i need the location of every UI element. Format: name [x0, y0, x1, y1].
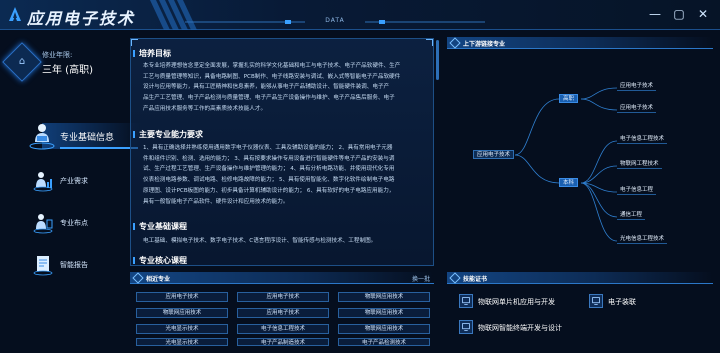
text-line: 试、生产过程工艺管理、生产设备操作与维护管理的能力； 4、具有分析电路功能、并使…: [143, 166, 395, 173]
major-chip[interactable]: 物联网应用技术: [338, 324, 430, 334]
major-chip[interactable]: 光电显示技术: [136, 338, 228, 346]
section-title-core-courses: 专业核心课程: [133, 256, 187, 265]
diamond-icon: [132, 272, 144, 284]
section-body-basic-courses: 电工基础、模拟电子技术、数字电子技术、C语言程序设计、智能传感与检测技术、工程制…: [143, 236, 427, 247]
text-line: 设计与应用等能力，具有工匠精神和信息素养，能够从事电子产品辅助设计、智能硬件装调…: [143, 84, 390, 91]
corner-bracket: [131, 39, 138, 46]
tree-leaf-node[interactable]: 电子信息工程技术: [617, 135, 668, 144]
nav-label: 专业基础信息: [60, 133, 115, 143]
major-chip[interactable]: 电子产品制造技术: [237, 338, 329, 346]
tree-branch-undergraduate[interactable]: 本科: [559, 178, 579, 187]
tree-leaf-node[interactable]: 通信工程: [617, 211, 646, 220]
swap-batch-button[interactable]: 换一批: [412, 274, 430, 283]
certificate-icon: [459, 294, 473, 308]
upstream-downstream-panel: 上下游链接专业 应用电子技术 高职 本科 应用电子技术 应用电子技术 电子信息工…: [447, 37, 713, 265]
nav-item-distribution[interactable]: 专业布点: [20, 212, 130, 236]
home-icon: ⌂: [18, 56, 26, 67]
section-title-training-goal: 培养目标: [133, 49, 171, 58]
close-button[interactable]: ✕: [696, 7, 710, 21]
major-chip[interactable]: 应用电子技术: [136, 292, 228, 302]
major-chip[interactable]: 光电显示技术: [136, 324, 228, 334]
major-chip[interactable]: 电子产品检测技术: [338, 338, 430, 346]
text-line: 产品应用技术服务等工作的高素质技术技能人才。: [143, 105, 267, 112]
minimize-button[interactable]: —: [648, 7, 662, 21]
major-chip[interactable]: 应用电子技术: [237, 308, 329, 318]
major-chip[interactable]: 电子信息工程技术: [237, 324, 329, 334]
student-figure-icon: [29, 124, 55, 150]
nav-label: 产业需求: [60, 177, 88, 185]
major-chip[interactable]: 应用电子技术: [237, 292, 329, 302]
nav-label: 专业布点: [60, 219, 88, 227]
header-tag: DATA: [325, 17, 345, 24]
nav-active-underline: [60, 147, 138, 149]
corner-bracket: [426, 39, 433, 46]
major-chip[interactable]: 物联网应用技术: [338, 308, 430, 318]
document-report-icon: [33, 256, 53, 276]
skill-certificates-panel: 技能证书 物联网单片机应用与开发 电子装联 物联网智能终端开发与设计: [447, 272, 713, 350]
title-bar: 应用电子技术 DATA — ▢ ✕: [0, 0, 720, 30]
main-panel-scrollbar[interactable]: [436, 40, 439, 80]
tree-branch-vocational[interactable]: 高职: [559, 94, 579, 103]
nav-item-basic-info[interactable]: 专业基础信息: [20, 123, 142, 150]
tree-leaf-node[interactable]: 应用电子技术: [617, 104, 657, 113]
enrollment-info: ⌂ 修业年限: 三年 (高职): [2, 42, 118, 82]
related-majors-panel: 相近专业 换一批 应用电子技术 应用电子技术 物联网应用技术 物联网应用技术 应…: [130, 272, 434, 350]
certificate-icon: [459, 320, 473, 334]
text-line: 本专业培养理想信念坚定全面发展，掌握扎实的科学文化基础和电工与电子技术、电子产品…: [143, 63, 401, 69]
certs-panel-header: 技能证书: [447, 272, 713, 284]
enrollment-value: 三年 (高职): [42, 65, 93, 76]
majors-panel-header: 相近专业 换一批: [130, 272, 434, 284]
certificate-label: 物联网单片机应用与开发: [478, 298, 555, 306]
window-controls: — ▢ ✕: [648, 7, 710, 21]
section-title-basic-courses: 专业基础课程: [133, 222, 187, 231]
logo-icon: [9, 7, 21, 21]
maximize-button[interactable]: ▢: [672, 7, 686, 21]
app-title: 应用电子技术: [27, 9, 136, 28]
enrollment-label: 修业年限:: [42, 51, 73, 59]
text-line: 工艺与质量管理等知识，具备电路制图、PCB制作、电子线路安装与调试、嵌入式等智能…: [143, 73, 401, 80]
certs-panel-title: 技能证书: [463, 276, 488, 283]
text-line: 原理图、设计PCB板图的能力、初步具备计算机辅助设计的能力； 6、具有软好的电子…: [143, 187, 395, 194]
certificate-label: 物联网智能终端开发与设计: [478, 324, 562, 332]
diamond-icon: [449, 272, 461, 284]
tree-root-node[interactable]: 应用电子技术: [473, 150, 515, 159]
section-title-ability: 主要专业能力要求: [133, 130, 203, 139]
nav-item-smart-report[interactable]: 智能报告: [20, 254, 130, 278]
major-chip[interactable]: 物联网应用技术: [136, 308, 228, 318]
tree-leaf-node[interactable]: 物联网工程技术: [617, 160, 662, 169]
tree-leaf-node[interactable]: 应用电子技术: [617, 82, 657, 91]
text-line: 1、具有正确选择并熟练使用通用数字电子仪器仪表、工具及辅助设备的能力； 2、具有…: [143, 145, 393, 151]
major-info-panel[interactable]: 培养目标 本专业培养理想信念坚定全面发展，掌握扎实的科学文化基础和电工与电子技术…: [130, 38, 434, 266]
text-line: 仪表检测电路参数、调试电路、检修电路故障的能力； 5、具有使用智能化、数字化软件…: [143, 177, 395, 184]
section-body-ability: 1、具有正确选择并熟练使用通用数字电子仪器仪表、工具及辅助设备的能力； 2、具有…: [143, 143, 427, 207]
tree-leaf-node[interactable]: 光电信息工程技术: [617, 235, 668, 244]
tree-leaf-node[interactable]: 电子信息工程: [617, 186, 657, 195]
nav-label: 智能报告: [60, 261, 88, 269]
text-line: 电工基础、模拟电子技术、数字电子技术、C语言程序设计、智能传感与检测技术、工程制…: [143, 238, 377, 244]
majors-panel-title: 相近专业: [146, 276, 171, 283]
text-line: 品生产工艺管理、电子产品检测与质量管理、电子产品生产设备操作与维护、电子产品售后…: [143, 95, 395, 102]
certificate-label: 电子装联: [608, 298, 636, 306]
header-center-decoration: DATA: [185, 0, 485, 30]
person-chart-icon: [33, 172, 53, 192]
text-line: 件和组件识别、检测、选用的能力； 3、具有按要求操作专用设备进行智能硬件等电子产…: [143, 155, 395, 162]
certificate-icon: [589, 294, 603, 308]
person-map-icon: [33, 214, 53, 234]
nav-item-industry-demand[interactable]: 产业需求: [20, 170, 130, 194]
section-body-training-goal: 本专业培养理想信念坚定全面发展，掌握扎实的科学文化基础和电工与电子技术、电子产品…: [143, 61, 427, 115]
text-line: 具有一般智能电子产品软件、硬件设计和应用技术的能力。: [143, 198, 289, 205]
major-chip[interactable]: 物联网应用技术: [338, 292, 430, 302]
